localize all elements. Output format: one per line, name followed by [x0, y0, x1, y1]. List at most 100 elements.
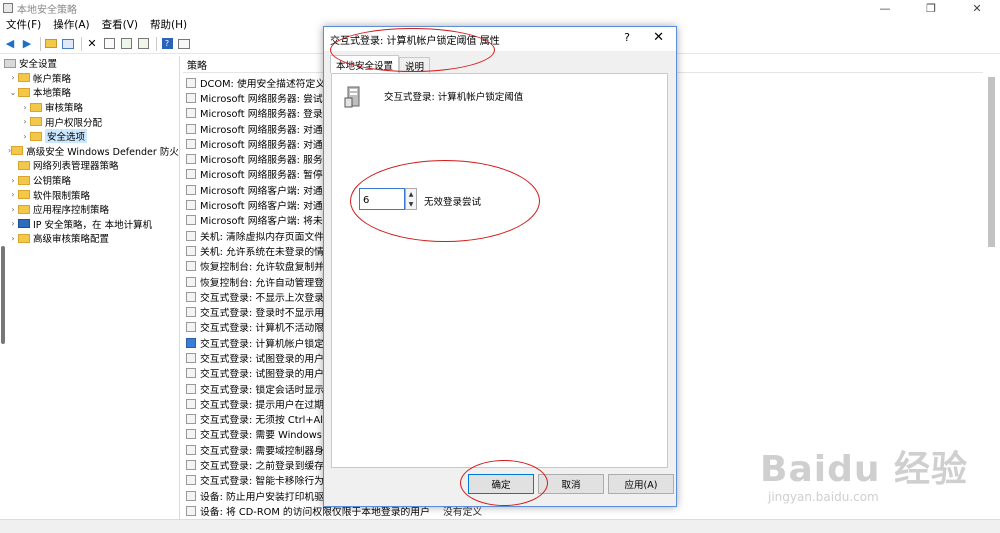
console-tree-icon[interactable] [61, 37, 75, 51]
tree-item-user-rights[interactable]: › 用户权限分配 [0, 114, 179, 129]
tree-root[interactable]: 安全设置 [0, 56, 179, 71]
cancel-button[interactable]: 取消 [538, 474, 604, 494]
folder-icon [18, 87, 30, 97]
tree-item-label: 帐户策略 [33, 73, 72, 85]
tree-scroll-thumb[interactable] [1, 246, 5, 344]
tab-explain[interactable]: 说明 [399, 57, 431, 73]
tab-panel: 交互式登录: 计算机帐户锁定阈值 ▲ ▼ 无效登录尝试 [331, 73, 668, 468]
tree-item-software-restriction[interactable]: › 软件限制策略 [0, 187, 179, 202]
ip-security-icon [18, 219, 30, 229]
tree-item-network-list[interactable]: 网络列表管理器策略 [0, 158, 179, 173]
stepper-up-icon[interactable]: ▲ [406, 189, 416, 199]
collapse-icon[interactable]: ⌄ [8, 88, 18, 97]
expand-icon[interactable]: › [8, 205, 18, 214]
policy-icon [186, 291, 196, 302]
show-hide-icon[interactable] [177, 37, 191, 51]
folder-icon [18, 233, 30, 243]
expand-icon[interactable]: › [20, 103, 30, 112]
stepper-down-icon[interactable]: ▼ [406, 199, 416, 209]
expand-icon[interactable]: › [20, 132, 30, 141]
ok-button[interactable]: 确定 [468, 474, 534, 494]
threshold-input[interactable] [359, 188, 405, 210]
policy-icon [186, 154, 196, 165]
window-title: 本地安全策略 [17, 4, 77, 16]
menu-action[interactable]: 操作(A) [47, 17, 95, 32]
policy-icon [186, 398, 196, 409]
list-scroll-thumb[interactable] [988, 77, 995, 247]
expand-icon[interactable]: › [20, 117, 30, 126]
expand-icon[interactable]: › [8, 176, 18, 185]
tree-item-advanced-audit[interactable]: › 高级审核策略配置 [0, 231, 179, 246]
tree-item-label: IP 安全策略，在 本地计算机 [33, 219, 153, 231]
toolbar-divider [40, 36, 41, 51]
back-arrow-icon[interactable]: ◀ [3, 37, 17, 51]
policy-icon [186, 352, 196, 363]
close-window-button[interactable]: ✕ [954, 0, 1000, 16]
toolbar-divider [156, 36, 157, 51]
tree-item-security-options[interactable]: › 安全选项 [0, 129, 179, 144]
maximize-button[interactable]: ❐ [908, 0, 954, 16]
menu-file[interactable]: 文件(F) [0, 17, 47, 32]
tree-item-local-policies[interactable]: ⌄ 本地策略 [0, 85, 179, 100]
export-list-icon[interactable] [136, 37, 150, 51]
stepper-arrows[interactable]: ▲ ▼ [405, 188, 417, 210]
folder-icon [18, 204, 30, 214]
help-icon[interactable]: ? [160, 37, 174, 51]
folder-icon [30, 117, 42, 127]
forward-arrow-icon[interactable]: ▶ [20, 37, 34, 51]
help-button[interactable]: ? [624, 31, 630, 44]
policy-icon [186, 460, 196, 471]
delete-icon[interactable]: ✕ [85, 37, 99, 51]
folder-icon [18, 175, 30, 185]
tree-scrollbar[interactable] [0, 56, 6, 519]
column-policy[interactable]: 策略 [183, 57, 207, 72]
expand-icon[interactable]: › [8, 234, 18, 243]
policy-icon [186, 230, 196, 241]
policy-icon [186, 307, 196, 318]
tree-item-label: 审核策略 [45, 103, 84, 115]
expand-icon[interactable]: › [8, 190, 18, 199]
policy-icon [186, 138, 196, 149]
tree-item-label: 高级审核策略配置 [33, 234, 110, 246]
tree-item-public-key[interactable]: › 公钥策略 [0, 173, 179, 188]
tab-local-security-setting[interactable]: 本地安全设置 [330, 55, 400, 73]
policy-icon [186, 383, 196, 394]
dialog-close-button[interactable]: ✕ [653, 30, 664, 45]
tree-item-firewall[interactable]: › 高级安全 Windows Defender 防火墙 [0, 144, 179, 159]
properties-icon[interactable] [102, 37, 116, 51]
tree-item-label: 公钥策略 [33, 176, 72, 188]
policy-icon [186, 337, 196, 348]
refresh-icon[interactable] [119, 37, 133, 51]
tree-item-label: 安全选项 [45, 129, 88, 144]
policy-icon [186, 92, 196, 103]
policy-icon [186, 444, 196, 455]
window-titlebar: 本地安全策略 — ❐ ✕ [0, 0, 1000, 16]
apply-button[interactable]: 应用(A) [608, 474, 674, 494]
tree-item-label: 用户权限分配 [45, 117, 103, 129]
horizontal-scrollbar[interactable] [0, 519, 1000, 533]
menu-help[interactable]: 帮助(H) [144, 17, 193, 32]
tree-item-ip-security[interactable]: › IP 安全策略，在 本地计算机 [0, 217, 179, 232]
folder-icon [18, 73, 30, 83]
minimize-button[interactable]: — [862, 0, 908, 16]
policy-icon [186, 215, 196, 226]
toolbar-divider [81, 36, 82, 51]
policy-icon [186, 261, 196, 272]
tree-item-account-policies[interactable]: › 帐户策略 [0, 71, 179, 86]
tree-item-label: 高级安全 Windows Defender 防火墙 [26, 146, 179, 158]
up-folder-icon[interactable] [44, 37, 58, 51]
dialog-titlebar: 交互式登录: 计算机帐户锁定阈值 属性 ? ✕ [324, 27, 676, 51]
policy-icon [186, 429, 196, 440]
dialog-tabs: 本地安全设置 说明 [330, 55, 431, 73]
tree-item-audit-policy[interactable]: › 审核策略 [0, 100, 179, 115]
tree-item-app-control[interactable]: › 应用程序控制策略 [0, 202, 179, 217]
policy-icon [186, 475, 196, 486]
policy-icon [186, 108, 196, 119]
expand-icon[interactable]: › [8, 219, 18, 228]
threshold-stepper[interactable]: ▲ ▼ [359, 188, 417, 210]
expand-icon[interactable]: › [8, 73, 18, 82]
menu-view[interactable]: 查看(V) [96, 17, 144, 32]
properties-dialog: 交互式登录: 计算机帐户锁定阈值 属性 ? ✕ 本地安全设置 说明 交互式登录:… [323, 26, 677, 507]
tree-root-label: 安全设置 [19, 59, 58, 71]
list-scrollbar[interactable] [985, 57, 998, 520]
